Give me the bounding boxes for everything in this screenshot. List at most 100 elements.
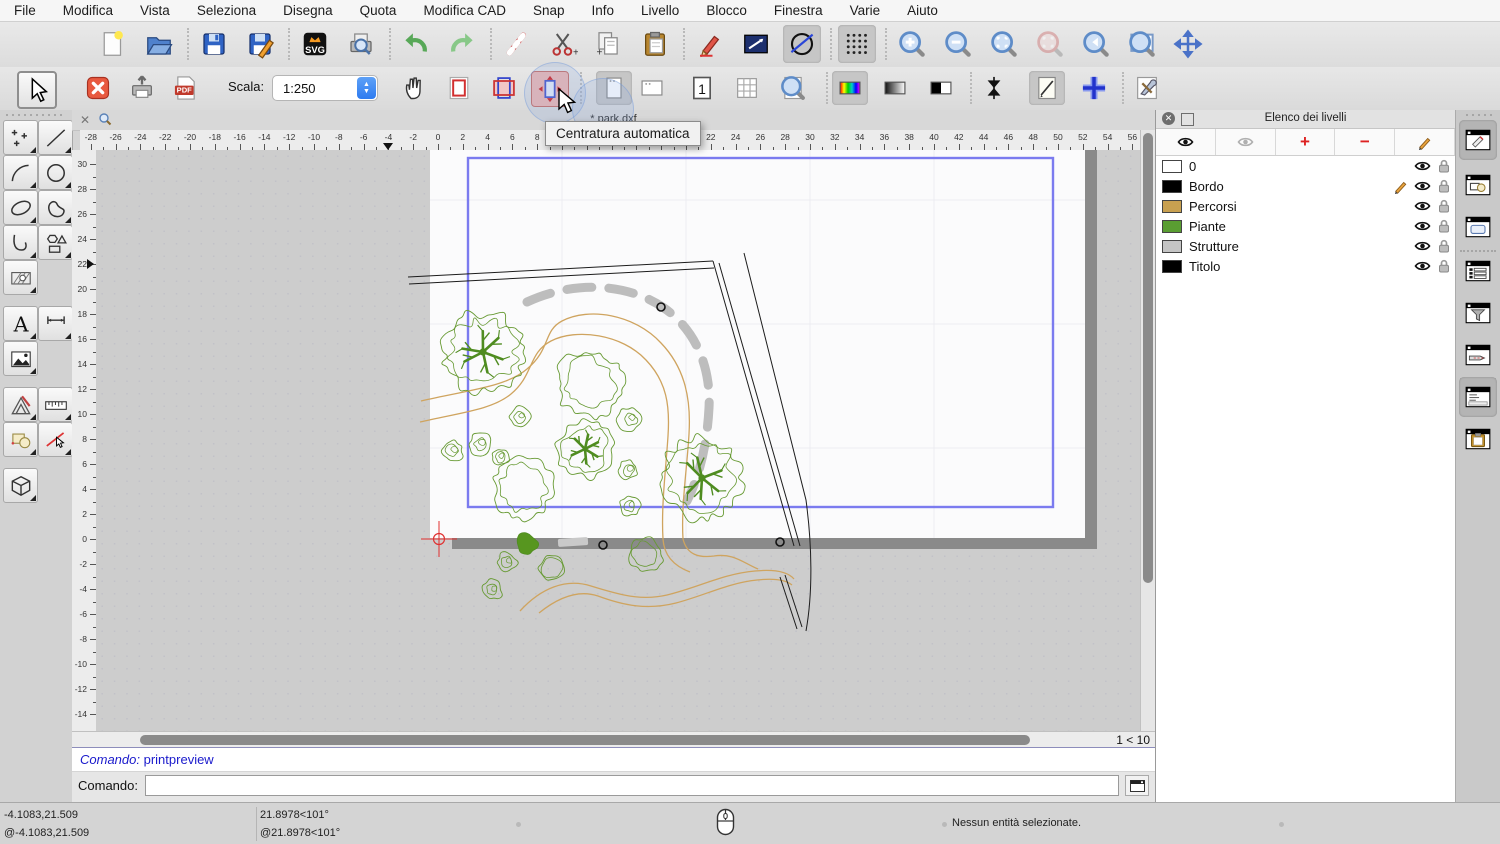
remove-layer-button[interactable]: − — [1335, 129, 1395, 155]
menu-item-varie[interactable]: Varie — [850, 3, 881, 18]
bw-mode-button[interactable] — [923, 71, 959, 105]
blocks-tool-button[interactable] — [3, 422, 38, 457]
circle-tool-button[interactable] — [38, 155, 73, 190]
line-tool-button[interactable] — [38, 120, 73, 155]
select-tool-button[interactable] — [38, 422, 73, 457]
dock-pen-toolbar-button[interactable] — [1459, 335, 1497, 375]
auto-center-button[interactable] — [531, 71, 569, 107]
ellipse-tool-button[interactable] — [3, 190, 38, 225]
show-all-eye-button[interactable] — [1156, 129, 1216, 155]
menu-item-livello[interactable]: Livello — [641, 3, 679, 18]
shapes-tool-button[interactable] — [38, 225, 73, 260]
palette-drag-handle[interactable] — [4, 113, 66, 117]
layer-row[interactable]: Percorsi — [1156, 196, 1455, 216]
multi-pages-button[interactable] — [486, 71, 522, 105]
layer-row[interactable]: Titolo — [1156, 256, 1455, 276]
cube-tool-button[interactable] — [3, 468, 38, 503]
new-button[interactable] — [94, 25, 132, 63]
layer-lock-icon[interactable] — [1433, 259, 1455, 273]
circle-line-button[interactable] — [783, 25, 821, 63]
layer-visibility-icon[interactable] — [1411, 200, 1433, 212]
layer-visibility-icon[interactable] — [1411, 180, 1433, 192]
color-mode-button[interactable] — [832, 71, 868, 105]
hatch-tool-button[interactable] — [3, 260, 38, 295]
dock-clipboard-button[interactable] — [1459, 419, 1497, 459]
zoom-selection-button[interactable] — [1031, 25, 1069, 63]
settings-tools-button[interactable] — [1129, 71, 1165, 105]
grid-dots-button[interactable] — [838, 25, 876, 63]
menu-item-disegna[interactable]: Disegna — [283, 3, 333, 18]
dock-drag-handle[interactable] — [1464, 113, 1494, 117]
undo-button[interactable] — [397, 25, 435, 63]
measure-tool-button[interactable] — [38, 387, 73, 422]
save-button[interactable] — [195, 25, 233, 63]
layer-row[interactable]: Bordo — [1156, 176, 1455, 196]
dock-block-list-button[interactable] — [1459, 165, 1497, 205]
export-pdf-button[interactable]: PDF — [168, 71, 204, 105]
hide-all-eye-button[interactable] — [1216, 129, 1276, 155]
dock-command-widget-button[interactable] — [1459, 377, 1497, 417]
vertical-scrollbar[interactable] — [1140, 130, 1156, 731]
line-tool-button[interactable] — [737, 25, 775, 63]
layer-lock-icon[interactable] — [1433, 199, 1455, 213]
print-button[interactable] — [124, 71, 160, 105]
dock-property-list-button[interactable] — [1459, 251, 1497, 291]
layer-row[interactable]: Piante — [1156, 216, 1455, 236]
layer-lock-icon[interactable] — [1433, 159, 1455, 173]
fit-spindle-button[interactable] — [976, 71, 1012, 105]
open-button[interactable] — [140, 25, 178, 63]
pan-hand-button[interactable] — [396, 71, 432, 105]
edit-layer-button[interactable] — [1395, 129, 1455, 155]
drawing-canvas[interactable] — [96, 150, 1140, 747]
save-as-button[interactable] — [241, 25, 279, 63]
layer-visibility-icon[interactable] — [1411, 240, 1433, 252]
menu-item-finestra[interactable]: Finestra — [774, 3, 823, 18]
layer-visibility-icon[interactable] — [1411, 220, 1433, 232]
paste-button[interactable] — [636, 25, 674, 63]
command-window-button[interactable] — [1125, 775, 1149, 796]
zoom-page-button[interactable] — [775, 71, 811, 105]
layer-row[interactable]: Strutture — [1156, 236, 1455, 256]
command-input[interactable] — [145, 775, 1119, 796]
zoom-previous-button[interactable] — [1077, 25, 1115, 63]
menu-item-snap[interactable]: Snap — [533, 3, 565, 18]
layer-visibility-icon[interactable] — [1411, 260, 1433, 272]
zoom-out-button[interactable] — [939, 25, 977, 63]
menu-item-modifica-cad[interactable]: Modifica CAD — [423, 3, 506, 18]
export-svg-button[interactable]: SVG — [296, 25, 334, 63]
portrait-button[interactable] — [596, 71, 632, 105]
zoom-auto-button[interactable] — [985, 25, 1023, 63]
pointer-button[interactable] — [17, 71, 57, 109]
text-tool-button[interactable]: A — [3, 306, 38, 341]
center-cross-button[interactable] — [1076, 71, 1112, 105]
layer-row[interactable]: 0 — [1156, 156, 1455, 176]
close-preview-button[interactable] — [80, 71, 116, 105]
remove-all-button[interactable] — [498, 25, 536, 63]
dock-library-browser-button[interactable] — [1459, 207, 1497, 247]
layer-lock-icon[interactable] — [1433, 179, 1455, 193]
print-preview-button[interactable] — [342, 25, 380, 63]
image-tool-button[interactable] — [3, 341, 38, 376]
dim-tool-button[interactable] — [38, 306, 73, 341]
dock-layer-list-button[interactable] — [1459, 120, 1497, 160]
zoom-pan-button[interactable] — [1169, 25, 1207, 63]
landscape-button[interactable] — [634, 71, 670, 105]
redo-button[interactable] — [443, 25, 481, 63]
menu-item-file[interactable]: File — [14, 3, 36, 18]
gray-mode-button[interactable] — [877, 71, 913, 105]
layer-visibility-icon[interactable] — [1411, 160, 1433, 172]
dock-filter-button[interactable] — [1459, 293, 1497, 333]
spline-tool-button[interactable] — [38, 190, 73, 225]
page-border-button[interactable] — [441, 71, 477, 105]
vertical-scrollbar-thumb[interactable] — [1143, 133, 1153, 583]
menu-item-blocco[interactable]: Blocco — [706, 3, 747, 18]
modify-tool-button[interactable] — [3, 387, 38, 422]
menu-item-aiuto[interactable]: Aiuto — [907, 3, 938, 18]
arc-tool-button[interactable] — [3, 155, 38, 190]
horizontal-scrollbar-thumb[interactable] — [140, 735, 1030, 745]
zoom-in-button[interactable] — [893, 25, 931, 63]
draft-line-button[interactable] — [1029, 71, 1065, 105]
menu-item-seleziona[interactable]: Seleziona — [197, 3, 256, 18]
grid-pages-button[interactable] — [729, 71, 765, 105]
layer-lock-icon[interactable] — [1433, 219, 1455, 233]
